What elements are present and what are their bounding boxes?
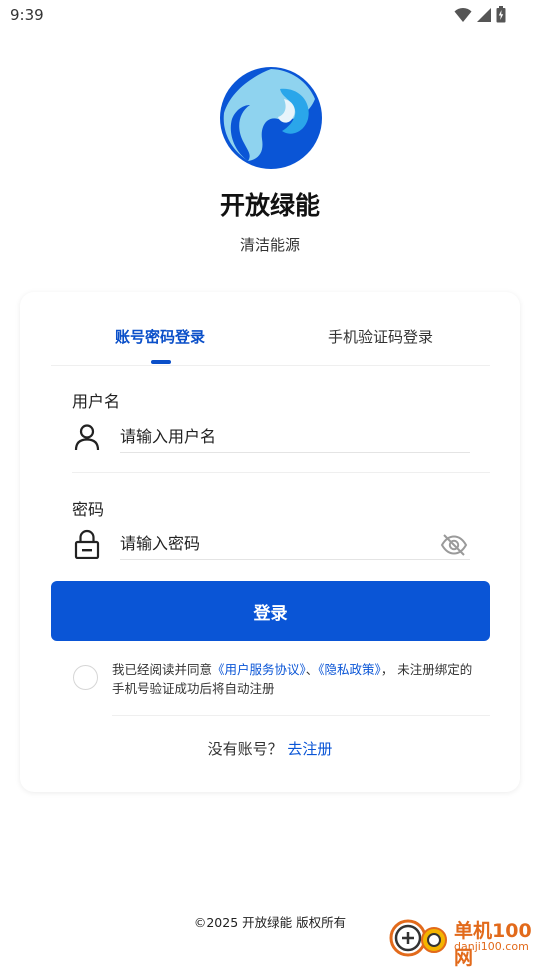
login-card: 账号密码登录 手机验证码登录 用户名 密码 登录 我已经阅读并同意《用户服务协议… [20, 292, 520, 792]
tab-indicator [151, 360, 171, 364]
tab-divider [51, 365, 490, 366]
agreement-prefix: 我已经阅读并同意 [112, 662, 213, 677]
status-icons [454, 6, 506, 23]
tab-sms-code[interactable]: 手机验证码登录 [328, 326, 433, 347]
agreement-checkbox[interactable] [73, 665, 98, 690]
tab-account-password[interactable]: 账号密码登录 [115, 326, 205, 347]
status-bar: 9:39 [0, 0, 540, 32]
privacy-policy-link[interactable]: 《隐私政策》 [318, 662, 381, 677]
login-button[interactable]: 登录 [51, 581, 490, 641]
agreement-separator: 、 [305, 662, 319, 677]
agreement-divider [112, 715, 490, 716]
app-slogan: 清洁能源 [239, 236, 300, 254]
app-logo [220, 67, 322, 169]
username-label: 用户名 [72, 392, 121, 411]
register-row: 没有账号？ 去注册 [20, 738, 520, 759]
app-name: 开放绿能 [219, 191, 320, 220]
status-time: 9:39 [10, 6, 44, 24]
agreement-text: 我已经阅读并同意《用户服务协议》、《隐私政策》， 未注册绑定的手机号验证成功后将… [112, 660, 482, 698]
password-underline [120, 559, 470, 560]
eye-off-icon[interactable] [440, 533, 468, 557]
register-prompt: 没有账号？ [207, 740, 283, 758]
site-watermark: 单机100网 danji100.com [388, 912, 540, 969]
service-agreement-link[interactable]: 《用户服务协议》 [212, 662, 306, 677]
battery-icon [496, 6, 506, 23]
wifi-icon [454, 7, 472, 22]
password-input[interactable] [120, 529, 420, 557]
register-link[interactable]: 去注册 [287, 740, 332, 758]
user-icon [74, 424, 100, 451]
username-input[interactable] [120, 422, 470, 450]
field-divider [72, 472, 490, 473]
watermark-url: danji100.com [454, 940, 529, 953]
watermark-logo-icon [389, 919, 447, 957]
password-label: 密码 [72, 500, 105, 519]
username-underline [120, 452, 470, 453]
signal-icon [477, 7, 491, 22]
lock-icon [74, 529, 100, 559]
